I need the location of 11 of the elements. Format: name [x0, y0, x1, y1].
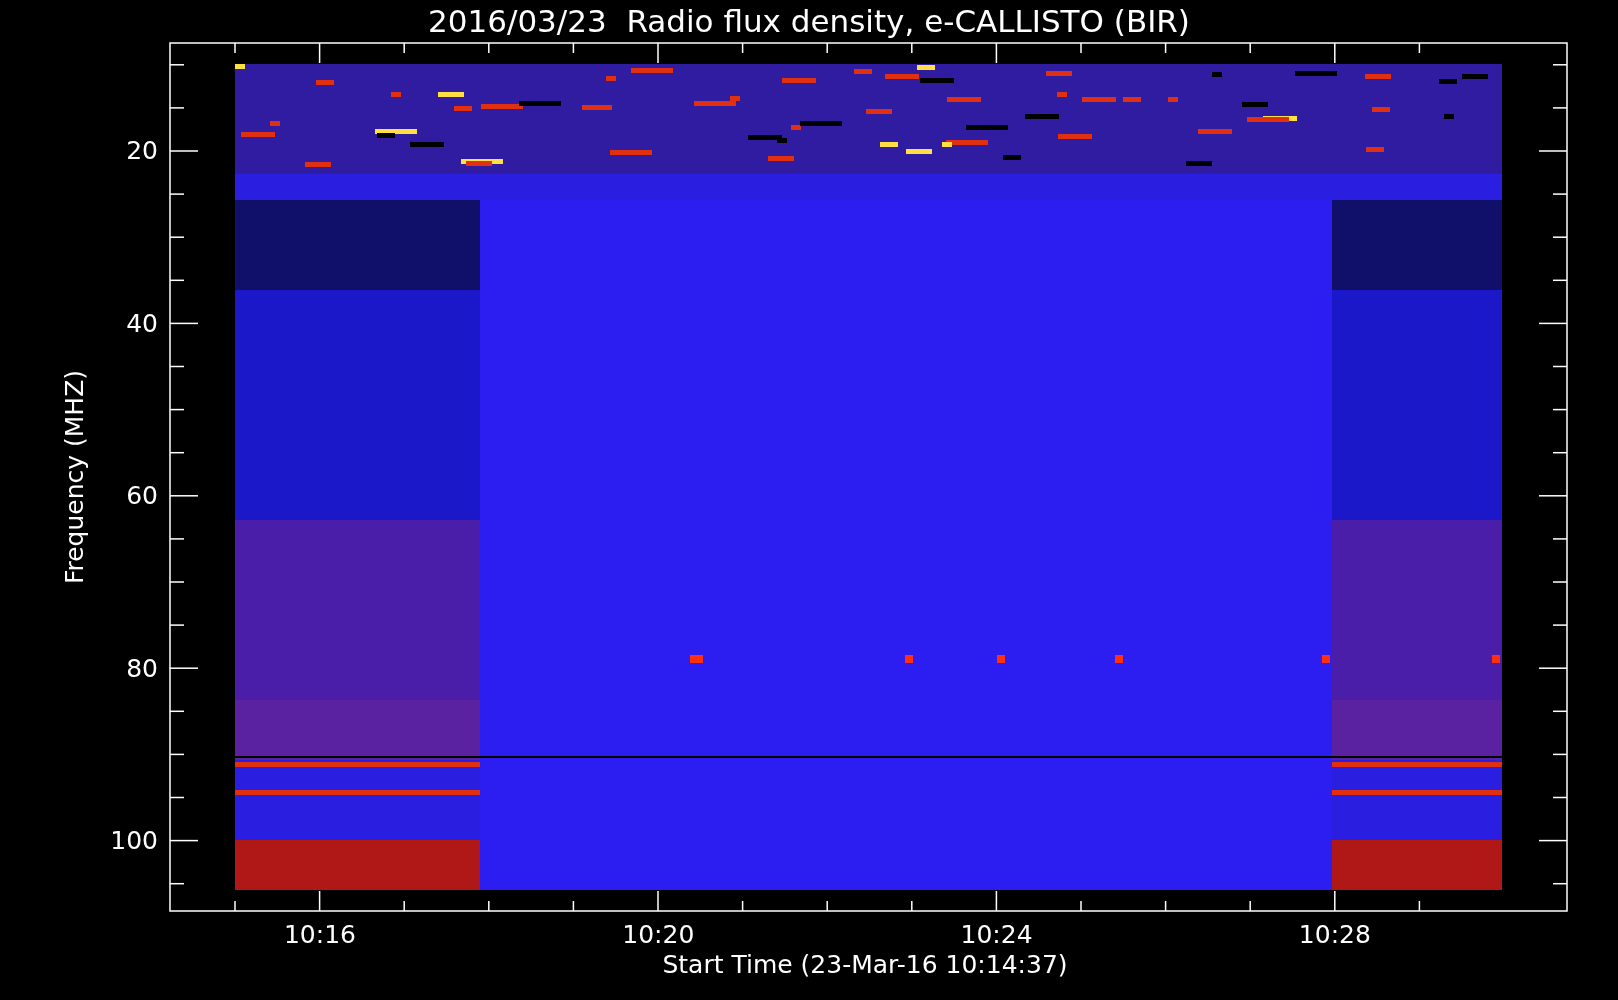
x-tick-label: 10:28 [1297, 920, 1372, 950]
y-axis-label: Frequency (MHZ) [60, 368, 90, 587]
y-tick-label: 40 [125, 308, 158, 339]
x-tick-label: 10:24 [959, 920, 1034, 950]
x-tick-label: 10:16 [282, 920, 357, 950]
y-tick-label: 100 [109, 826, 158, 856]
y-tick-label: 80 [125, 653, 158, 684]
chart-title: 2016/03/23 Radio flux density, e-CALLISTO (BIR) [427, 2, 1191, 40]
y-tick-label: 20 [125, 136, 158, 166]
x-tick-label: 10:20 [621, 920, 696, 950]
x-axis-label: Start Time (23-Mar-16 10:14:37) [661, 950, 1069, 980]
